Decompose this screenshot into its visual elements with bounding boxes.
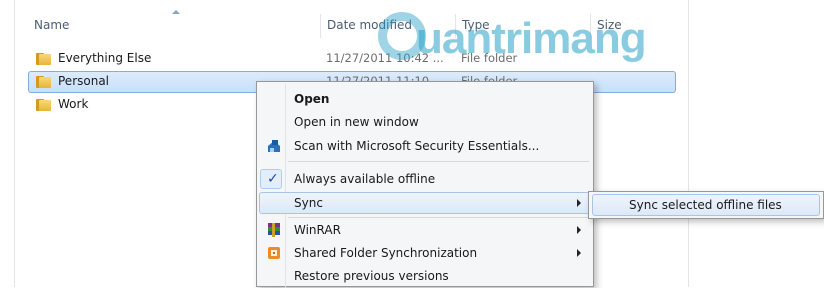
menu-item-label: Scan with Microsoft Security Essentials.… <box>294 139 540 153</box>
column-header-size[interactable]: Size <box>597 18 622 32</box>
window-edge <box>14 0 15 287</box>
file-name: Work <box>58 97 89 111</box>
column-divider[interactable] <box>320 14 321 38</box>
menu-item-open-new-window[interactable]: Open in new window <box>259 111 591 133</box>
menu-item-always-available-offline[interactable]: ✓ Always available offline <box>259 168 591 190</box>
winrar-icon <box>268 223 280 237</box>
menu-separator <box>288 217 589 218</box>
menu-item-sync-selected-offline-files[interactable]: Sync selected offline files <box>592 194 820 216</box>
menu-item-winrar[interactable]: WinRAR <box>259 219 591 241</box>
menu-item-restore-previous-versions[interactable]: Restore previous versions <box>259 265 591 287</box>
folder-icon <box>36 98 51 111</box>
menu-item-label: Open <box>294 92 330 106</box>
file-row-everything-else[interactable]: Everything Else 11/27/2011 10:42 ... Fil… <box>28 48 676 70</box>
file-name: Everything Else <box>58 51 152 65</box>
file-type: File folder <box>461 51 518 65</box>
menu-item-label: Sync <box>294 196 323 210</box>
menu-item-sync[interactable]: Sync <box>259 192 591 214</box>
shared-folder-sync-icon <box>268 247 280 259</box>
menu-item-label: Restore previous versions <box>294 269 449 283</box>
menu-item-scan-security-essentials[interactable]: Scan with Microsoft Security Essentials.… <box>259 135 591 157</box>
column-header-type[interactable]: Type <box>462 18 490 32</box>
menu-item-label: Shared Folder Synchronization <box>294 246 478 260</box>
column-divider[interactable] <box>455 14 456 38</box>
menu-item-label: WinRAR <box>294 223 341 237</box>
menu-item-open[interactable]: Open <box>259 88 591 110</box>
menu-item-label: Open in new window <box>294 115 419 129</box>
folder-icon <box>36 75 51 88</box>
menu-separator <box>288 161 589 162</box>
sort-ascending-icon <box>172 10 180 14</box>
column-divider[interactable] <box>590 14 591 38</box>
chevron-right-icon <box>577 199 581 207</box>
checkmark-icon: ✓ <box>260 169 282 189</box>
chevron-right-icon <box>577 249 581 257</box>
file-date-modified: 11/27/2011 10:42 ... <box>326 51 444 65</box>
menu-item-shared-folder-sync[interactable]: Shared Folder Synchronization <box>259 242 591 264</box>
file-name: Personal <box>58 74 110 88</box>
context-menu: Open Open in new window Scan with Micros… <box>256 81 594 288</box>
chevron-right-icon <box>577 226 581 234</box>
security-essentials-icon <box>268 140 280 152</box>
menu-item-label: Always available offline <box>294 172 436 186</box>
explorer-window: Name Date modified Type Size Everything … <box>0 0 824 288</box>
menu-item-label: Sync selected offline files <box>629 198 782 212</box>
window-edge <box>688 0 689 287</box>
column-header-date-modified[interactable]: Date modified <box>327 18 412 32</box>
folder-icon <box>36 52 51 65</box>
column-header-name[interactable]: Name <box>34 18 69 32</box>
sync-submenu: Sync selected offline files <box>588 191 824 219</box>
